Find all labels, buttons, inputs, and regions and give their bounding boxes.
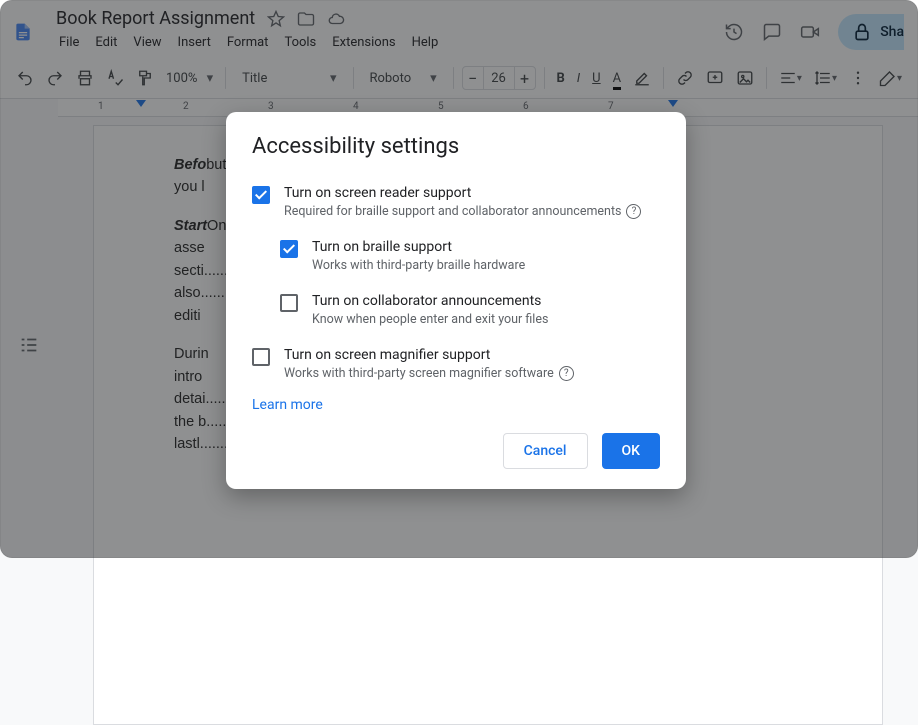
cancel-button[interactable]: Cancel: [503, 433, 588, 469]
ok-button[interactable]: OK: [602, 433, 661, 469]
option-screen-reader: Turn on screen reader support Required f…: [252, 179, 660, 233]
option-label: Turn on screen reader support: [284, 185, 641, 201]
option-desc: Know when people enter and exit your fil…: [312, 312, 548, 327]
option-collaborator-announcements: Turn on collaborator announcements Know …: [252, 287, 660, 341]
option-desc: Works with third-party braille hardware: [312, 258, 525, 273]
dialog-title: Accessibility settings: [252, 134, 660, 159]
checkbox-braille[interactable]: [280, 240, 298, 258]
checkbox-screen-magnifier[interactable]: [252, 348, 270, 366]
option-screen-magnifier: Turn on screen magnifier support Works w…: [252, 341, 660, 395]
learn-more-link[interactable]: Learn more: [252, 397, 660, 413]
help-icon[interactable]: ?: [559, 366, 574, 381]
accessibility-settings-dialog: Accessibility settings Turn on screen re…: [226, 112, 686, 489]
checkbox-screen-reader[interactable]: [252, 186, 270, 204]
option-desc: Works with third-party screen magnifier …: [284, 366, 554, 381]
option-label: Turn on braille support: [312, 239, 525, 255]
help-icon[interactable]: ?: [626, 204, 641, 219]
option-label: Turn on collaborator announcements: [312, 293, 548, 309]
option-braille: Turn on braille support Works with third…: [252, 233, 660, 287]
option-desc: Required for braille support and collabo…: [284, 204, 621, 219]
option-label: Turn on screen magnifier support: [284, 347, 574, 363]
checkbox-collaborator-announcements[interactable]: [280, 294, 298, 312]
